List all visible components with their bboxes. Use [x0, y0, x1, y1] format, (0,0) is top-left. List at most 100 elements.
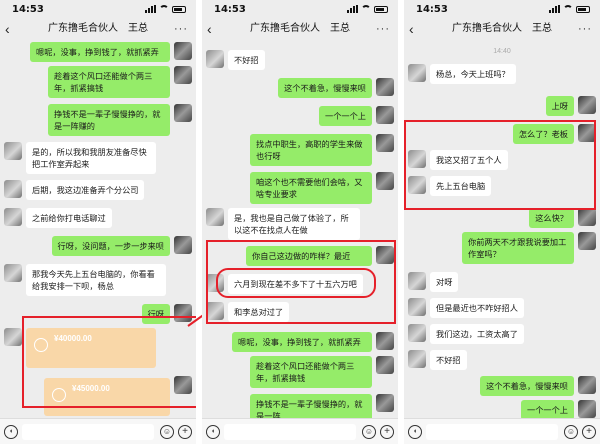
avatar[interactable]: [376, 356, 394, 374]
status-icons: [347, 5, 388, 13]
message-bubble[interactable]: 嗯呢，没事，挣到钱了，就抓紧弄: [232, 332, 372, 352]
chat-screen-2: 14:53 ‹ 广东撸毛合伙人 王总 ··· 不好招 这个不着急，慢慢来呗 一个…: [202, 0, 398, 444]
message-bubble[interactable]: 挣钱不是一辈子慢慢挣的，就是一阵赚的: [48, 104, 170, 136]
message-bubble[interactable]: 但是最近也不咋好招人: [430, 298, 524, 318]
avatar[interactable]: [408, 272, 426, 290]
message-bubble[interactable]: 行呀，没问题，一步一步来呗: [51, 236, 170, 256]
avatar[interactable]: [408, 324, 426, 342]
avatar[interactable]: [4, 328, 22, 346]
avatar[interactable]: [408, 64, 426, 82]
emoji-icon[interactable]: ☺: [362, 425, 376, 439]
message-list[interactable]: 不好招 这个不着急，慢慢来呗 一个一个上 找点中职生，高职的学生来做也行呀 咱这…: [202, 42, 398, 426]
message-bubble[interactable]: 嗯呢，没事，挣到钱了，就抓紧弄: [30, 42, 170, 62]
plus-icon[interactable]: +: [380, 425, 394, 439]
avatar[interactable]: [4, 180, 22, 198]
avatar[interactable]: [376, 134, 394, 152]
status-time: 14:53: [416, 4, 448, 15]
wifi-icon: [361, 5, 371, 13]
avatar[interactable]: [376, 78, 394, 96]
message-bubble[interactable]: 咱这个也不需要他们会啥，又啥专业要求: [250, 172, 372, 204]
emoji-icon[interactable]: ☺: [160, 425, 174, 439]
message-bubble[interactable]: 你前两天不才跟我说要加工作室吗？: [462, 232, 574, 264]
avatar[interactable]: [206, 50, 224, 68]
message-bubble[interactable]: 这么快？: [529, 208, 574, 228]
message-bubble[interactable]: 这个不着急，慢慢来呗: [278, 78, 372, 98]
avatar[interactable]: [376, 106, 394, 124]
plus-icon[interactable]: +: [582, 425, 596, 439]
voice-icon[interactable]: ◖: [408, 425, 422, 439]
input-bar: ◖ ☺ +: [0, 418, 196, 444]
emoji-icon[interactable]: ☺: [564, 425, 578, 439]
avatar[interactable]: [174, 42, 192, 60]
avatar[interactable]: [376, 172, 394, 190]
back-icon[interactable]: ‹: [207, 18, 212, 40]
chat-screen-3: 14:53 ‹ 广东撸毛合伙人 王总 ··· 14:40 杨总，今天上班吗？ 上…: [404, 0, 600, 444]
message-bubble[interactable]: 是，我也是自己做了体验了，所以这不在找点人在做: [228, 208, 360, 240]
chat-title: 广东撸毛合伙人 王总: [48, 23, 148, 34]
avatar[interactable]: [206, 208, 224, 226]
avatar[interactable]: [578, 376, 596, 394]
message-list[interactable]: 14:40 杨总，今天上班吗？ 上呀 怎么了？老板 我这又招了五个人 先上五台电…: [404, 42, 600, 420]
avatar[interactable]: [408, 298, 426, 316]
voice-icon[interactable]: ◖: [206, 425, 220, 439]
message-bubble[interactable]: 之前给你打电话聊过: [26, 208, 112, 228]
input-bar: ◖ ☺ +: [404, 418, 600, 444]
message-input[interactable]: [22, 424, 154, 440]
message-bubble[interactable]: 上呀: [545, 96, 574, 116]
avatar[interactable]: [408, 350, 426, 368]
avatar[interactable]: [578, 96, 596, 114]
message-bubble[interactable]: 不好招: [228, 50, 265, 70]
voice-icon[interactable]: ◖: [4, 425, 18, 439]
chat-screen-1: 14:53 ‹ 广东撸毛合伙人 王总 ··· 嗯呢，没事，挣到钱了，就抓紧弄 趁…: [0, 0, 196, 444]
message-bubble[interactable]: 我们这边，工资太高了: [430, 324, 524, 344]
message-bubble[interactable]: 那我今天先上五台电脑的，你看看给我安排一下呗，杨总: [26, 264, 166, 296]
avatar[interactable]: [578, 400, 596, 418]
signal-icon: [145, 5, 156, 13]
back-icon[interactable]: ‹: [409, 18, 414, 40]
back-icon[interactable]: ‹: [5, 18, 10, 40]
avatar[interactable]: [174, 104, 192, 122]
message-bubble[interactable]: 杨总，今天上班吗？: [430, 64, 516, 84]
more-icon[interactable]: ···: [376, 18, 390, 40]
more-icon[interactable]: ···: [578, 18, 592, 40]
plus-icon[interactable]: +: [178, 425, 192, 439]
status-bar: 14:53: [202, 0, 398, 18]
highlight-box: [404, 120, 596, 210]
battery-icon: [374, 5, 388, 13]
battery-icon: [576, 5, 590, 13]
avatar[interactable]: [174, 236, 192, 254]
more-icon[interactable]: ···: [174, 18, 188, 40]
signal-icon: [347, 5, 358, 13]
avatar[interactable]: [4, 264, 22, 282]
highlight-box: [22, 316, 196, 408]
message-bubble[interactable]: 一个一个上: [319, 106, 372, 126]
avatar[interactable]: [578, 208, 596, 226]
message-input[interactable]: [224, 424, 356, 440]
message-bubble[interactable]: 一个一个上: [521, 400, 574, 420]
battery-icon: [172, 5, 186, 13]
status-bar: 14:53: [0, 0, 196, 18]
signal-icon: [549, 5, 560, 13]
message-input[interactable]: [426, 424, 558, 440]
message-bubble[interactable]: 找点中职生，高职的学生来做也行呀: [250, 134, 372, 166]
message-timestamp: 14:40: [493, 48, 511, 55]
chat-title: 广东撸毛合伙人 王总: [250, 23, 350, 34]
message-bubble[interactable]: 不好招: [430, 350, 467, 370]
message-bubble[interactable]: 趁着这个风口还能做个两三年，抓紧搞钱: [250, 356, 372, 388]
chat-header: ‹ 广东撸毛合伙人 王总 ···: [404, 18, 600, 40]
avatar[interactable]: [4, 142, 22, 160]
avatar[interactable]: [578, 232, 596, 250]
chat-header: ‹ 广东撸毛合伙人 王总 ···: [0, 18, 196, 40]
message-bubble[interactable]: 是的，所以我和我朋友准备尽快把工作室弄起来: [26, 142, 156, 174]
status-icons: [145, 5, 186, 13]
status-icons: [549, 5, 590, 13]
avatar[interactable]: [4, 208, 22, 226]
avatar[interactable]: [376, 332, 394, 350]
message-bubble[interactable]: 这个不着急，慢慢来呗: [480, 376, 574, 396]
avatar[interactable]: [376, 394, 394, 412]
message-bubble[interactable]: 趁着这个风口还能做个两三年，抓紧搞钱: [48, 66, 170, 98]
avatar[interactable]: [174, 66, 192, 84]
message-bubble[interactable]: 后期，我这边准备弄个分公司: [26, 180, 145, 200]
status-time: 14:53: [214, 4, 246, 15]
message-bubble[interactable]: 对呀: [430, 272, 459, 292]
